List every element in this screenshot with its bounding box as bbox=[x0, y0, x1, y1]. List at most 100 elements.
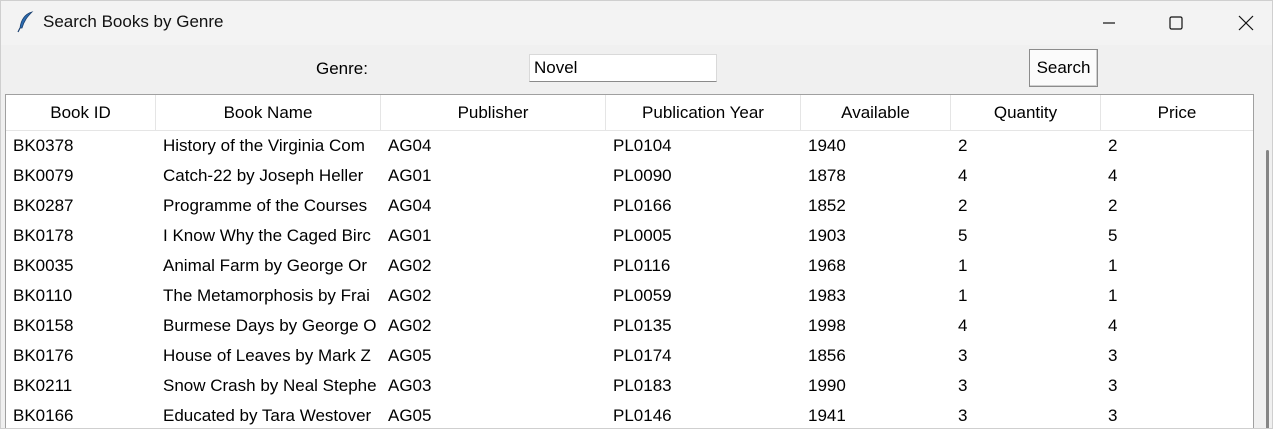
cell-book-name: Educated by Tara Westover bbox=[163, 406, 372, 425]
cell-publication-year: PL0059 bbox=[613, 286, 672, 305]
title-bar[interactable]: Search Books by Genre bbox=[1, 1, 1272, 45]
table-row[interactable]: BK0211 Snow Crash by Neal Stephe AG03 PL… bbox=[6, 371, 1253, 401]
cell-available: 1856 bbox=[808, 346, 846, 365]
cell-publisher: AG04 bbox=[388, 196, 432, 215]
cell-book-id: BK0378 bbox=[13, 136, 74, 155]
cell-publisher: AG01 bbox=[388, 166, 432, 185]
column-header-publisher[interactable]: Publisher bbox=[381, 95, 606, 131]
cell-book-name: The Metamorphosis by Frai bbox=[163, 286, 370, 305]
cell-available: 1968 bbox=[808, 256, 846, 275]
cell-book-name: Snow Crash by Neal Stephe bbox=[163, 376, 377, 395]
cell-price: 3 bbox=[1108, 406, 1118, 425]
cell-quantity: 3 bbox=[958, 406, 968, 425]
close-button[interactable] bbox=[1214, 1, 1272, 45]
cell-quantity: 1 bbox=[958, 286, 968, 305]
cell-price: 2 bbox=[1108, 136, 1118, 155]
cell-price: 2 bbox=[1108, 196, 1118, 215]
column-header-quantity[interactable]: Quantity bbox=[951, 95, 1101, 131]
table-row[interactable]: BK0287 Programme of the Courses AG04 PL0… bbox=[6, 191, 1253, 221]
cell-price: 4 bbox=[1108, 166, 1118, 185]
cell-publication-year: PL0174 bbox=[613, 346, 672, 365]
cell-publication-year: PL0146 bbox=[613, 406, 672, 425]
cell-available: 1852 bbox=[808, 196, 846, 215]
scrollbar-thumb[interactable] bbox=[1266, 150, 1269, 428]
window-title: Search Books by Genre bbox=[43, 12, 224, 31]
maximize-icon bbox=[1169, 16, 1183, 30]
table-body: BK0378 History of the Virginia Com AG04 … bbox=[6, 131, 1253, 428]
cell-price: 3 bbox=[1108, 346, 1118, 365]
cell-available: 1998 bbox=[808, 316, 846, 335]
table-header: Book ID Book Name Publisher Publication … bbox=[6, 95, 1253, 131]
cell-quantity: 3 bbox=[958, 346, 968, 365]
cell-quantity: 4 bbox=[958, 316, 968, 335]
column-header-book-name[interactable]: Book Name bbox=[156, 95, 381, 131]
cell-book-id: BK0110 bbox=[13, 286, 73, 305]
cell-publication-year: PL0005 bbox=[613, 226, 672, 245]
cell-available: 1878 bbox=[808, 166, 846, 185]
cell-book-name: Animal Farm by George Or bbox=[163, 256, 368, 275]
cell-available: 1990 bbox=[808, 376, 846, 395]
cell-publisher: AG05 bbox=[388, 406, 432, 425]
cell-publisher: AG02 bbox=[388, 316, 432, 335]
cell-quantity: 5 bbox=[958, 226, 968, 245]
column-header-book-id[interactable]: Book ID bbox=[6, 95, 156, 131]
cell-book-id: BK0287 bbox=[13, 196, 74, 215]
cell-publication-year: PL0090 bbox=[613, 166, 672, 185]
table-row[interactable]: BK0166 Educated by Tara Westover AG05 PL… bbox=[6, 401, 1253, 428]
cell-available: 1903 bbox=[808, 226, 846, 245]
cell-book-id: BK0035 bbox=[13, 256, 74, 275]
cell-publisher: AG02 bbox=[388, 286, 432, 305]
feather-icon bbox=[17, 11, 35, 33]
cell-book-id: BK0166 bbox=[13, 406, 74, 425]
table-row[interactable]: BK0079 Catch-22 by Joseph Heller AG01 PL… bbox=[6, 161, 1253, 191]
minimize-icon bbox=[1102, 16, 1116, 30]
cell-price: 3 bbox=[1108, 376, 1118, 395]
column-header-publication-year[interactable]: Publication Year bbox=[606, 95, 801, 131]
search-books-window: Search Books by Genre Genre: Search Book… bbox=[0, 0, 1273, 429]
search-toolbar: Genre: Search bbox=[1, 45, 1272, 93]
cell-publication-year: PL0135 bbox=[613, 316, 672, 335]
column-header-price[interactable]: Price bbox=[1101, 95, 1253, 131]
cell-book-id: BK0178 bbox=[13, 226, 74, 245]
cell-book-id: BK0079 bbox=[13, 166, 74, 185]
cell-publication-year: PL0116 bbox=[613, 256, 671, 275]
genre-input[interactable] bbox=[529, 54, 717, 82]
search-button[interactable]: Search bbox=[1029, 49, 1098, 87]
cell-book-id: BK0211 bbox=[13, 376, 73, 395]
cell-publication-year: PL0104 bbox=[613, 136, 672, 155]
column-header-available[interactable]: Available bbox=[801, 95, 951, 131]
cell-quantity: 3 bbox=[958, 376, 968, 395]
cell-price: 1 bbox=[1108, 286, 1118, 305]
cell-book-name: Burmese Days by George O bbox=[163, 316, 377, 335]
cell-quantity: 2 bbox=[958, 136, 968, 155]
cell-available: 1941 bbox=[808, 406, 846, 425]
cell-quantity: 4 bbox=[958, 166, 968, 185]
cell-publisher: AG05 bbox=[388, 346, 432, 365]
vertical-scrollbar[interactable] bbox=[1255, 94, 1272, 428]
cell-book-name: House of Leaves by Mark Z bbox=[163, 346, 371, 365]
cell-available: 1940 bbox=[808, 136, 846, 155]
books-table: Book ID Book Name Publisher Publication … bbox=[5, 94, 1254, 428]
cell-book-id: BK0158 bbox=[13, 316, 74, 335]
table-row[interactable]: BK0176 House of Leaves by Mark Z AG05 PL… bbox=[6, 341, 1253, 371]
table-row[interactable]: BK0378 History of the Virginia Com AG04 … bbox=[6, 131, 1253, 161]
cell-publisher: AG03 bbox=[388, 376, 432, 395]
genre-label: Genre: bbox=[316, 59, 368, 78]
cell-quantity: 2 bbox=[958, 196, 968, 215]
table-row[interactable]: BK0158 Burmese Days by George O AG02 PL0… bbox=[6, 311, 1253, 341]
cell-publication-year: PL0183 bbox=[613, 376, 672, 395]
cell-available: 1983 bbox=[808, 286, 846, 305]
cell-price: 1 bbox=[1108, 256, 1118, 275]
cell-publisher: AG02 bbox=[388, 256, 432, 275]
maximize-button[interactable] bbox=[1144, 1, 1208, 45]
cell-price: 4 bbox=[1108, 316, 1118, 335]
table-row[interactable]: BK0178 I Know Why the Caged Birc AG01 PL… bbox=[6, 221, 1253, 251]
cell-quantity: 1 bbox=[958, 256, 968, 275]
cell-book-name: History of the Virginia Com bbox=[163, 136, 365, 155]
table-row[interactable]: BK0110 The Metamorphosis by Frai AG02 PL… bbox=[6, 281, 1253, 311]
table-row[interactable]: BK0035 Animal Farm by George Or AG02 PL0… bbox=[6, 251, 1253, 281]
cell-publication-year: PL0166 bbox=[613, 196, 672, 215]
cell-book-name: I Know Why the Caged Birc bbox=[163, 226, 371, 245]
cell-book-name: Catch-22 by Joseph Heller bbox=[163, 166, 364, 185]
minimize-button[interactable] bbox=[1077, 1, 1141, 45]
